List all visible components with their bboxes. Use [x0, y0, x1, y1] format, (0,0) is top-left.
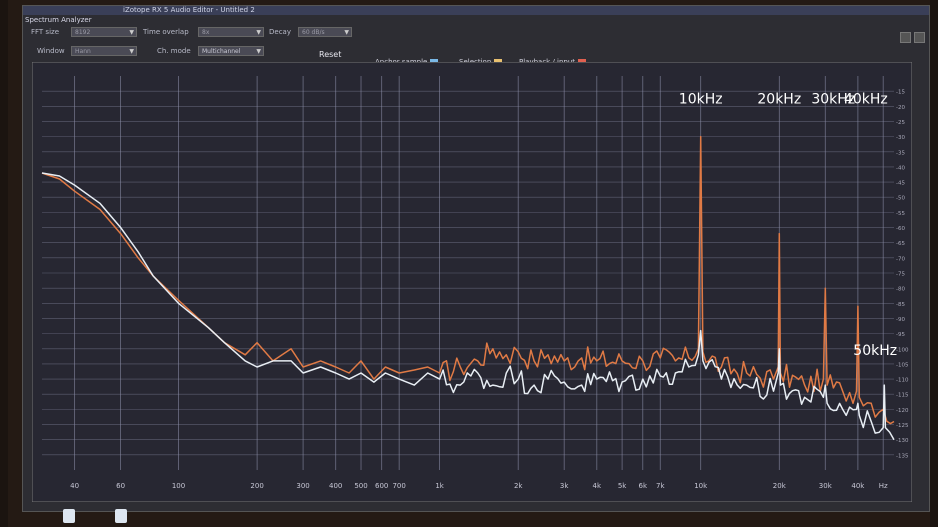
settings-icon[interactable]	[900, 32, 911, 43]
y-tick-label: -45	[896, 181, 905, 187]
y-tick-label: -135	[896, 453, 909, 459]
time-overlap-label: Time overlap	[143, 28, 189, 36]
y-tick-label: -80	[896, 287, 905, 293]
y-tick-label: -35	[896, 150, 905, 156]
y-tick-label: -85	[896, 302, 905, 308]
chevron-down-icon: ▼	[256, 48, 261, 55]
y-tick-label: -105	[896, 362, 909, 368]
x-tick-label: 40	[70, 482, 79, 490]
x-tick-label: Hz	[879, 482, 888, 490]
window-label: Window	[37, 47, 65, 55]
title-bar: iZotope RX 5 Audio Editor - Untitled 2	[23, 6, 929, 15]
fft-size-value: 8192	[75, 29, 91, 36]
ch-mode-label: Ch. mode	[157, 47, 191, 55]
fft-size-label: FFT size	[31, 28, 60, 36]
chevron-down-icon: ▼	[344, 29, 349, 36]
ch-mode-value: Multichannel	[202, 48, 241, 55]
x-tick-label: 100	[172, 482, 185, 490]
monitor-bezel: iZotope RX 5 Audio Editor - Untitled 2 S…	[8, 0, 930, 527]
window-title: iZotope RX 5 Audio Editor - Untitled 2	[123, 6, 255, 14]
y-tick-label: -15	[896, 90, 905, 96]
spectrum-plot: 40 60 100 200 300 400 500 600 700 1k 2k 3k 4k 5k 6k 7k 1…	[32, 62, 912, 502]
y-tick-label: -110	[896, 378, 909, 384]
y-tick-label: -100	[896, 347, 909, 353]
x-tick-label: 40k	[851, 482, 865, 490]
y-tick-label: -75	[896, 272, 905, 278]
x-tick-label: 30k	[819, 482, 833, 490]
y-tick-label: -95	[896, 332, 905, 338]
y-tick-label: -20	[896, 105, 905, 111]
chevron-down-icon: ▼	[129, 29, 134, 36]
y-tick-label: -25	[896, 120, 905, 126]
x-tick-label: 200	[250, 482, 263, 490]
y-tick-label: -30	[896, 135, 905, 141]
panel-buttons	[897, 28, 925, 47]
file-icon[interactable]	[63, 509, 75, 523]
x-tick-label: 4k	[593, 482, 602, 490]
x-tick-label: 6k	[639, 482, 648, 490]
peak-annotation: 40kHz	[844, 91, 888, 107]
y-tick-label: -115	[896, 393, 909, 399]
close-icon[interactable]	[914, 32, 925, 43]
y-tick-label: -70	[896, 256, 905, 262]
x-tick-label: 20k	[773, 482, 787, 490]
peak-annotation: 20kHz	[757, 91, 801, 107]
y-tick-label: -125	[896, 423, 909, 429]
x-tick-label: 1k	[435, 482, 444, 490]
x-tick-label: 300	[296, 482, 309, 490]
peak-annotation: 50kHz	[853, 343, 897, 359]
decay-dropdown[interactable]: 60 dB/s ▼	[298, 27, 352, 37]
x-tick-label: 600	[375, 482, 388, 490]
window-value: Hann	[75, 48, 91, 55]
x-tick-label: 3k	[560, 482, 569, 490]
decay-value: 60 dB/s	[302, 29, 325, 36]
decay-label: Decay	[269, 28, 291, 36]
x-tick-label: 500	[354, 482, 367, 490]
desktop-icons	[63, 508, 167, 527]
chevron-down-icon: ▼	[256, 29, 261, 36]
x-tick-label: 60	[116, 482, 125, 490]
ch-mode-dropdown[interactable]: Multichannel ▼	[198, 46, 264, 56]
y-tick-label: -55	[896, 211, 905, 217]
x-tick-label: 2k	[514, 482, 523, 490]
y-tick-label: -130	[896, 438, 909, 444]
peak-annotation: 10kHz	[679, 91, 723, 107]
y-tick-label: -90	[896, 317, 905, 323]
time-overlap-dropdown[interactable]: 8x ▼	[198, 27, 264, 37]
y-tick-label: -60	[896, 226, 905, 232]
x-tick-label: 700	[392, 482, 405, 490]
y-tick-label: -120	[896, 408, 909, 414]
x-tick-label: 7k	[656, 482, 665, 490]
fft-size-dropdown[interactable]: 8192 ▼	[71, 27, 137, 37]
time-overlap-value: 8x	[202, 29, 210, 36]
window-dropdown[interactable]: Hann ▼	[71, 46, 137, 56]
chevron-down-icon: ▼	[129, 48, 134, 55]
x-tick-label: 400	[329, 482, 342, 490]
reset-button[interactable]: Reset	[319, 50, 341, 59]
y-tick-label: -65	[896, 241, 905, 247]
x-tick-label: 10k	[694, 482, 708, 490]
panel-title: Spectrum Analyzer	[25, 16, 92, 24]
x-tick-label: 5k	[618, 482, 627, 490]
y-tick-label: -40	[896, 165, 905, 171]
file-icon[interactable]	[115, 509, 127, 523]
y-tick-label: -50	[896, 196, 905, 202]
